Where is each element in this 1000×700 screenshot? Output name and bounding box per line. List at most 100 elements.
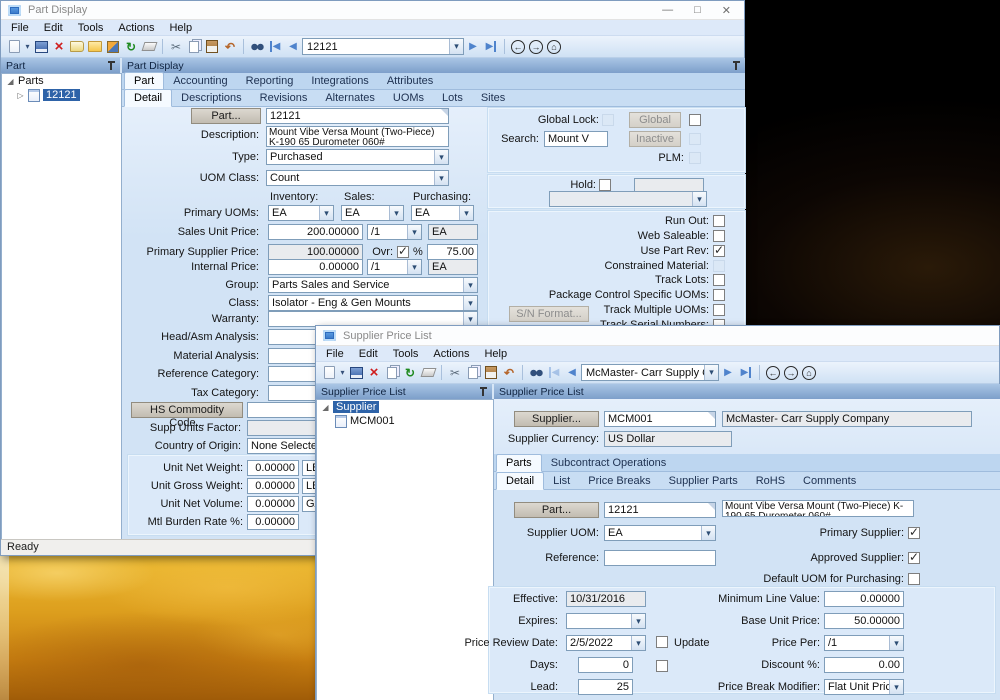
undo-icon[interactable] [221,38,239,55]
price-per-dropdown[interactable]: /1 [824,635,904,651]
track-multiple-uoms-checkbox[interactable] [713,304,725,316]
clear-icon[interactable] [419,364,437,381]
type-dropdown[interactable]: Purchased [266,149,449,165]
nav-prev-icon[interactable] [284,38,302,55]
global-button[interactable]: Global [629,112,681,128]
record-nav-combo[interactable]: 12121 [302,38,464,55]
subtab-revisions[interactable]: Revisions [251,90,317,106]
days-field[interactable]: 0 [578,657,633,673]
tab-subcontract-operations[interactable]: Subcontract Operations [542,455,676,471]
package-control-uoms-checkbox[interactable] [713,289,725,301]
menu-help[interactable]: Help [169,22,192,34]
mtl-burden-rate-field[interactable]: 0.00000 [247,514,299,530]
forward-icon[interactable]: → [784,366,798,380]
unit-gross-weight-field[interactable]: 0.00000 [247,478,299,494]
maximize-icon[interactable]: □ [694,4,701,17]
search-field[interactable]: Mount V [544,131,608,147]
update-checkbox[interactable] [656,636,668,648]
lead-field[interactable]: 25 [578,679,633,695]
tab-integrations[interactable]: Integrations [302,73,377,89]
cut-icon[interactable] [446,364,464,381]
minimum-line-value-field[interactable]: 0.00000 [824,591,904,607]
subtab-detail[interactable]: Detail [496,472,544,490]
nav-prev-icon[interactable] [563,364,581,381]
delete-icon[interactable] [50,38,68,55]
inactive-button[interactable]: Inactive [629,131,681,147]
minimize-icon[interactable]: — [662,4,673,17]
web-saleable-checkbox[interactable] [713,230,725,242]
price-break-modifier-dropdown[interactable]: Flat Unit Price [824,679,904,695]
unit-net-weight-field[interactable]: 0.00000 [247,460,299,476]
refresh-icon[interactable] [401,364,419,381]
subtab-uoms[interactable]: UOMs [384,90,433,106]
sales-uom-dropdown[interactable]: EA [341,205,404,221]
subtab-sites[interactable]: Sites [472,90,514,106]
memo-icon[interactable] [68,38,86,55]
pin-icon[interactable] [107,61,115,70]
supplier-uom-dropdown[interactable]: EA [604,525,716,541]
subtab-price-breaks[interactable]: Price Breaks [579,473,659,489]
search-icon[interactable] [248,38,266,55]
subtab-list[interactable]: List [544,473,579,489]
record-nav-combo[interactable]: McMaster- Carr Supply Comp [581,364,719,381]
new-icon[interactable] [5,38,23,55]
tree-node-supplier[interactable]: ◢ Supplier [317,400,493,414]
discount-field[interactable]: 0.00 [824,657,904,673]
hs-commodity-code-button[interactable]: HS Commodity Code... [131,402,243,418]
description-field[interactable]: Mount Vibe Versa Mount (Two-Piece) K-190… [266,126,449,147]
menu-actions[interactable]: Actions [118,22,154,34]
paste-icon[interactable] [482,364,500,381]
cut-icon[interactable] [167,38,185,55]
menu-help[interactable]: Help [484,348,507,360]
inventory-uom-dropdown[interactable]: EA [268,205,334,221]
search-icon[interactable] [527,364,545,381]
tab-reporting[interactable]: Reporting [237,73,303,89]
reference-field[interactable] [604,550,716,566]
unit-net-volume-field[interactable]: 0.00000 [247,496,299,512]
menu-edit[interactable]: Edit [44,22,63,34]
menu-actions[interactable]: Actions [433,348,469,360]
attachments-icon[interactable] [86,38,104,55]
nav-first-icon[interactable] [266,38,284,55]
undo-icon[interactable] [500,364,518,381]
menu-file[interactable]: File [11,22,29,34]
new-dropdown-icon[interactable] [23,38,32,55]
menu-file[interactable]: File [326,348,344,360]
part-search-button[interactable]: Part... [191,108,261,124]
tree-node-part-12121[interactable]: ▷ 12121 [2,88,121,102]
home-icon[interactable]: ⌂ [547,40,561,54]
nav-next-icon[interactable] [719,364,737,381]
back-icon[interactable]: ← [766,366,780,380]
tree-node-mcm001[interactable]: MCM001 [317,414,493,428]
default-uom-checkbox[interactable] [908,573,920,585]
primary-supplier-checkbox[interactable] [908,527,920,539]
home-icon[interactable]: ⌂ [802,366,816,380]
subtab-descriptions[interactable]: Descriptions [172,90,251,106]
supplier-id-field[interactable]: MCM001 [604,411,716,427]
pin-icon[interactable] [732,61,740,70]
new-dropdown-icon[interactable] [338,364,347,381]
forward-icon[interactable]: → [529,40,543,54]
menu-edit[interactable]: Edit [359,348,378,360]
nav-last-icon[interactable] [482,38,500,55]
sales-price-per-dropdown[interactable]: /1 [367,224,422,240]
nav-last-icon[interactable] [737,364,755,381]
save-icon[interactable] [32,38,50,55]
paste-icon[interactable] [203,38,221,55]
expires-dropdown[interactable] [566,613,646,629]
tab-accounting[interactable]: Accounting [164,73,236,89]
uom-class-dropdown[interactable]: Count [266,170,449,186]
copy-icon[interactable] [185,38,203,55]
nav-next-icon[interactable] [464,38,482,55]
subtab-rohs[interactable]: RoHS [747,473,794,489]
part-number-field[interactable]: 12121 [604,502,716,518]
unlabeled-checkbox[interactable] [656,660,668,672]
menu-tools[interactable]: Tools [78,22,104,34]
copy-icon[interactable] [464,364,482,381]
part-search-button[interactable]: Part... [514,502,599,518]
subtab-supplier-parts[interactable]: Supplier Parts [660,473,747,489]
base-unit-price-field[interactable]: 50.00000 [824,613,904,629]
ovr-checkbox[interactable] [397,246,409,258]
expander-collapsed-icon[interactable]: ▷ [16,91,25,100]
clear-icon[interactable] [140,38,158,55]
